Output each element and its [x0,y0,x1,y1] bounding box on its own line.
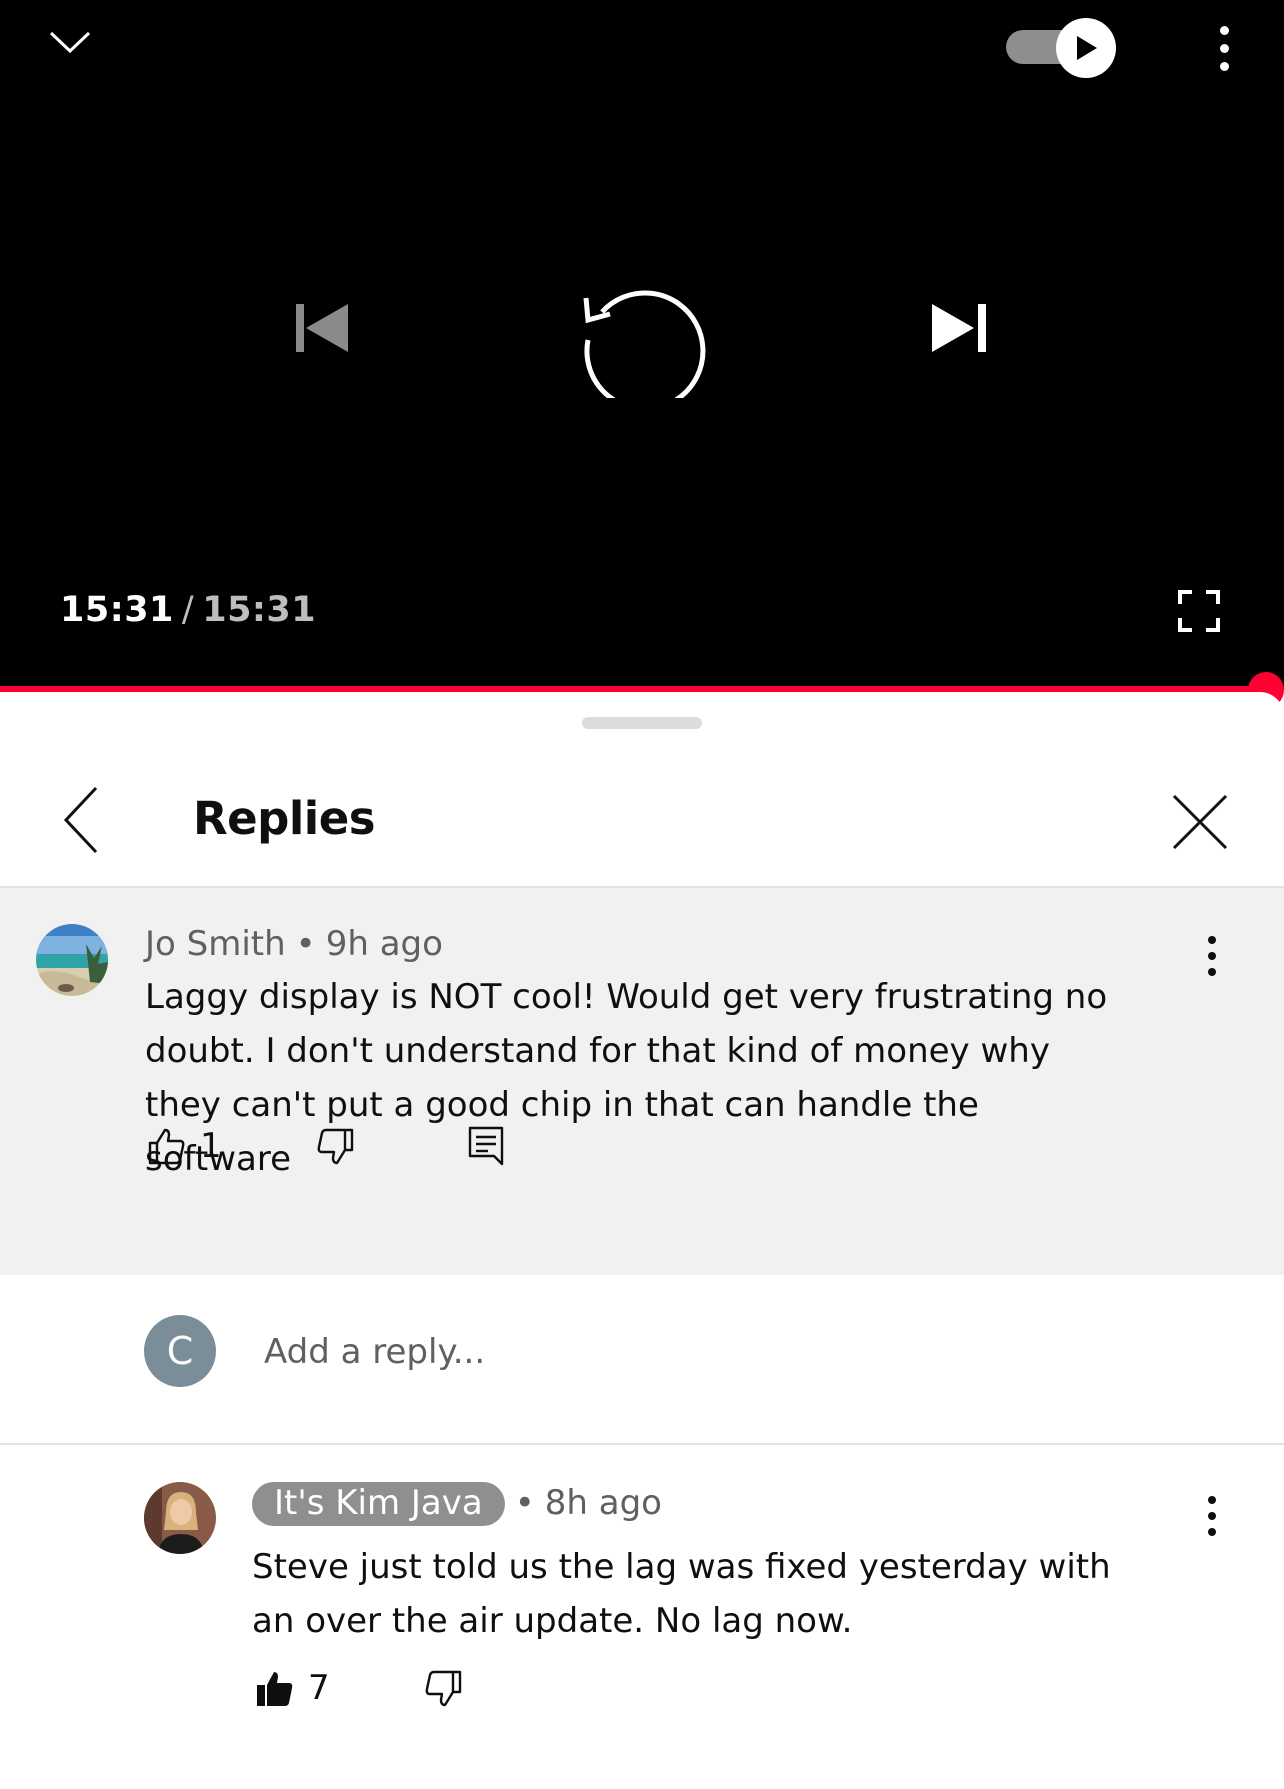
avatar[interactable] [144,1482,216,1554]
total-time: 15:31 [202,590,317,630]
next-video-button[interactable] [928,296,992,360]
thumbs-up-icon [148,1128,185,1165]
reply-meta: It's Kim Java • 8h ago [252,1482,662,1526]
close-icon [1172,794,1228,850]
skip-next-icon [932,304,986,352]
reply-text: Steve just told us the lag was fixed yes… [252,1547,1111,1641]
fullscreen-icon [1178,590,1220,632]
collapse-player-button[interactable] [44,22,96,62]
previous-video-button[interactable] [290,296,354,360]
reply-input[interactable] [264,1323,1164,1381]
comment-more-options-button[interactable] [1194,926,1230,986]
fullscreen-button[interactable] [1178,590,1220,632]
drag-handle[interactable] [582,717,702,729]
reply-author-chip[interactable]: It's Kim Java [252,1482,505,1526]
thumbs-down-icon [317,1128,354,1165]
reply-time: 8h ago [544,1483,662,1523]
time-display: 15:31/15:31 [60,590,316,630]
comment-text: Laggy display is NOT cool! Would get ver… [145,977,1108,1179]
comment-time: 9h ago [325,924,443,964]
comment-author[interactable]: Jo Smith [145,924,286,964]
parent-comment: Jo Smith • 9h ago Laggy display is NOT coo… [0,888,1284,1275]
back-button[interactable] [56,784,112,856]
play-icon [1077,36,1097,60]
close-button[interactable] [1168,790,1232,854]
chevron-left-icon [63,786,98,854]
time-separator: / [181,590,195,630]
add-reply-row: C [0,1275,1284,1435]
chevron-down-icon [49,31,91,54]
skip-previous-icon [296,304,348,352]
beach-avatar-image [36,924,108,996]
replay-button[interactable] [576,268,706,412]
reply-divider [0,1443,1284,1445]
thumbs-up-filled-icon [257,1672,293,1706]
more-vertical-icon [1219,25,1229,35]
like-button[interactable]: 7 [256,1668,330,1708]
meta-dot: • [514,1483,535,1523]
user-avatar: C [144,1315,216,1387]
autoplay-knob [1056,18,1116,78]
reply-icon [468,1126,504,1166]
video-player[interactable]: 15:31/15:31 [0,0,1284,690]
like-count: 1 [200,1126,222,1166]
current-time: 15:31 [60,590,174,630]
more-vertical-icon [1208,1496,1216,1504]
meta-dot: • [295,924,316,964]
like-button[interactable]: 1 [148,1126,222,1166]
like-count: 7 [308,1668,330,1708]
autoplay-toggle[interactable] [1006,18,1118,78]
sheet-title: Replies [193,792,376,845]
thumbs-down-icon [425,1670,462,1707]
avatar[interactable] [36,924,108,996]
player-more-options-button[interactable] [1206,16,1242,80]
more-vertical-icon [1208,936,1216,944]
comment-meta: Jo Smith • 9h ago [145,924,443,964]
replies-sheet: Replies Jo Smith • 9h ago Laggy display is… [0,692,1284,1789]
dislike-button[interactable] [316,1128,354,1166]
replay-icon [583,290,706,412]
profile-photo-avatar-image [144,1482,216,1554]
reply-button[interactable] [468,1126,504,1166]
reply-more-options-button[interactable] [1194,1486,1230,1546]
dislike-button[interactable] [424,1670,462,1708]
